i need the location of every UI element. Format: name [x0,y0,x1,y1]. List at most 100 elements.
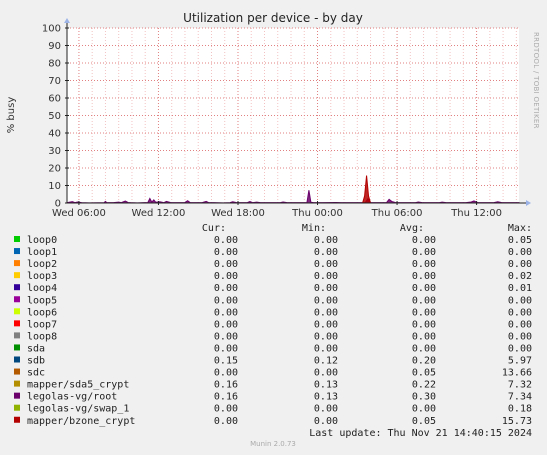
legend-cur: 0.16 [214,392,238,403]
legend-min: 0.00 [314,404,338,415]
legend-avg: 0.05 [412,368,436,379]
legend-name: sda [27,343,45,354]
legend-max: 7.32 [508,380,532,391]
legend-avg: 0.20 [412,356,436,367]
legend-swatch [14,296,20,303]
legend-name: sdc [27,368,45,379]
chart-title: Utilization per device - by day [183,11,363,25]
legend-max: 0.00 [508,343,532,354]
legend-min: 0.00 [314,271,338,282]
legend-min: 0.00 [314,295,338,306]
legend-avg: 0.00 [412,259,436,270]
legend-cur: 0.00 [214,247,238,258]
legend-swatch [14,416,20,423]
legend-cur: 0.00 [214,295,238,306]
legend-name: loop7 [27,319,57,330]
legend-min: 0.00 [314,331,338,342]
y-tick-label: 40 [48,129,61,140]
x-tick-label: Wed 18:00 [211,208,265,219]
legend-max: 5.97 [508,356,532,367]
y-tick-label: 50 [48,111,61,122]
legend-cur: 0.00 [214,271,238,282]
legend-swatch [14,236,20,242]
x-tick-label: Thu 12:00 [450,208,502,219]
legend-min: 0.00 [314,307,338,318]
legend-cur: 0.00 [214,235,238,246]
last-update: Last update: Thu Nov 21 14:40:15 2024 [309,428,532,439]
y-axis-label: % busy [6,97,17,134]
legend-cur: 0.00 [214,343,238,354]
legend-header-avg: Avg: [400,223,424,234]
legend-header-min: Min: [302,223,326,234]
legend-name: loop6 [27,307,57,318]
legend-name: mapper/sda5_crypt [27,380,129,391]
legend-avg: 0.00 [412,271,436,282]
legend-swatch [14,272,20,279]
legend-name: loop4 [27,283,57,294]
legend-min: 0.13 [314,380,338,391]
legend-swatch [14,368,20,375]
legend-avg: 0.00 [412,343,436,354]
y-tick-label: 80 [48,59,61,70]
legend-swatch [14,260,20,267]
legend-name: loop0 [27,235,57,246]
x-tick-label: Thu 00:00 [291,208,343,219]
legend-name: legolas-vg/swap_1 [27,404,129,415]
legend-min: 0.12 [314,356,338,367]
legend-avg: 0.00 [412,307,436,318]
legend-name: sdb [27,356,45,367]
legend-min: 0.00 [314,319,338,330]
legend-name: loop1 [27,247,57,258]
legend-swatch [14,320,20,327]
legend-cur: 0.16 [214,380,238,391]
legend-avg: 0.00 [412,404,436,415]
legend-max: 15.73 [502,416,532,427]
y-tick-label: 90 [48,41,61,52]
legend-cur: 0.00 [214,307,238,318]
legend-min: 0.00 [314,247,338,258]
legend-name: loop2 [27,259,57,270]
legend-name: loop3 [27,271,57,282]
x-tick-label: Wed 12:00 [132,208,186,219]
legend-cur: 0.00 [214,283,238,294]
legend-min: 0.00 [314,416,338,427]
legend-max: 7.34 [508,392,532,403]
legend-max: 13.66 [502,368,532,379]
legend-name: mapper/bzone_crypt [27,416,135,427]
legend-min: 0.00 [314,343,338,354]
legend-min: 0.00 [314,235,338,246]
legend-max: 0.00 [508,259,532,270]
legend-header-cur: Cur: [202,223,226,234]
legend-swatch [14,248,20,255]
legend-avg: 0.00 [412,295,436,306]
y-tick-label: 100 [42,24,61,35]
legend-swatch [14,356,20,363]
y-tick-label: 30 [48,146,61,157]
legend-cur: 0.00 [214,319,238,330]
legend-cur: 0.00 [214,368,238,379]
legend-max: 0.05 [508,235,532,246]
legend-avg: 0.05 [412,416,436,427]
y-tick-label: 10 [48,181,61,192]
legend-name: loop5 [27,295,57,306]
legend-avg: 0.30 [412,392,436,403]
legend-cur: 0.00 [214,416,238,427]
munin-version: Munin 2.0.73 [250,440,296,448]
legend-max: 0.00 [508,247,532,258]
legend-avg: 0.00 [412,283,436,294]
legend-swatch [14,404,20,411]
x-tick-label: Wed 06:00 [52,208,106,219]
legend-swatch [14,332,20,339]
legend-swatch [14,344,20,351]
legend-avg: 0.00 [412,247,436,258]
utilization-chart: Utilization per device - by day RRDTOOL … [0,0,547,455]
legend-swatch [14,308,20,315]
legend-cur: 0.15 [214,356,238,367]
legend-swatch [14,392,20,399]
legend-avg: 0.22 [412,380,436,391]
legend-avg: 0.00 [412,235,436,246]
legend-max: 0.01 [508,283,532,294]
x-tick-label: Thu 06:00 [371,208,423,219]
rrdtool-watermark: RRDTOOL / TOBI OETIKER [532,32,540,129]
legend-max: 0.00 [508,331,532,342]
